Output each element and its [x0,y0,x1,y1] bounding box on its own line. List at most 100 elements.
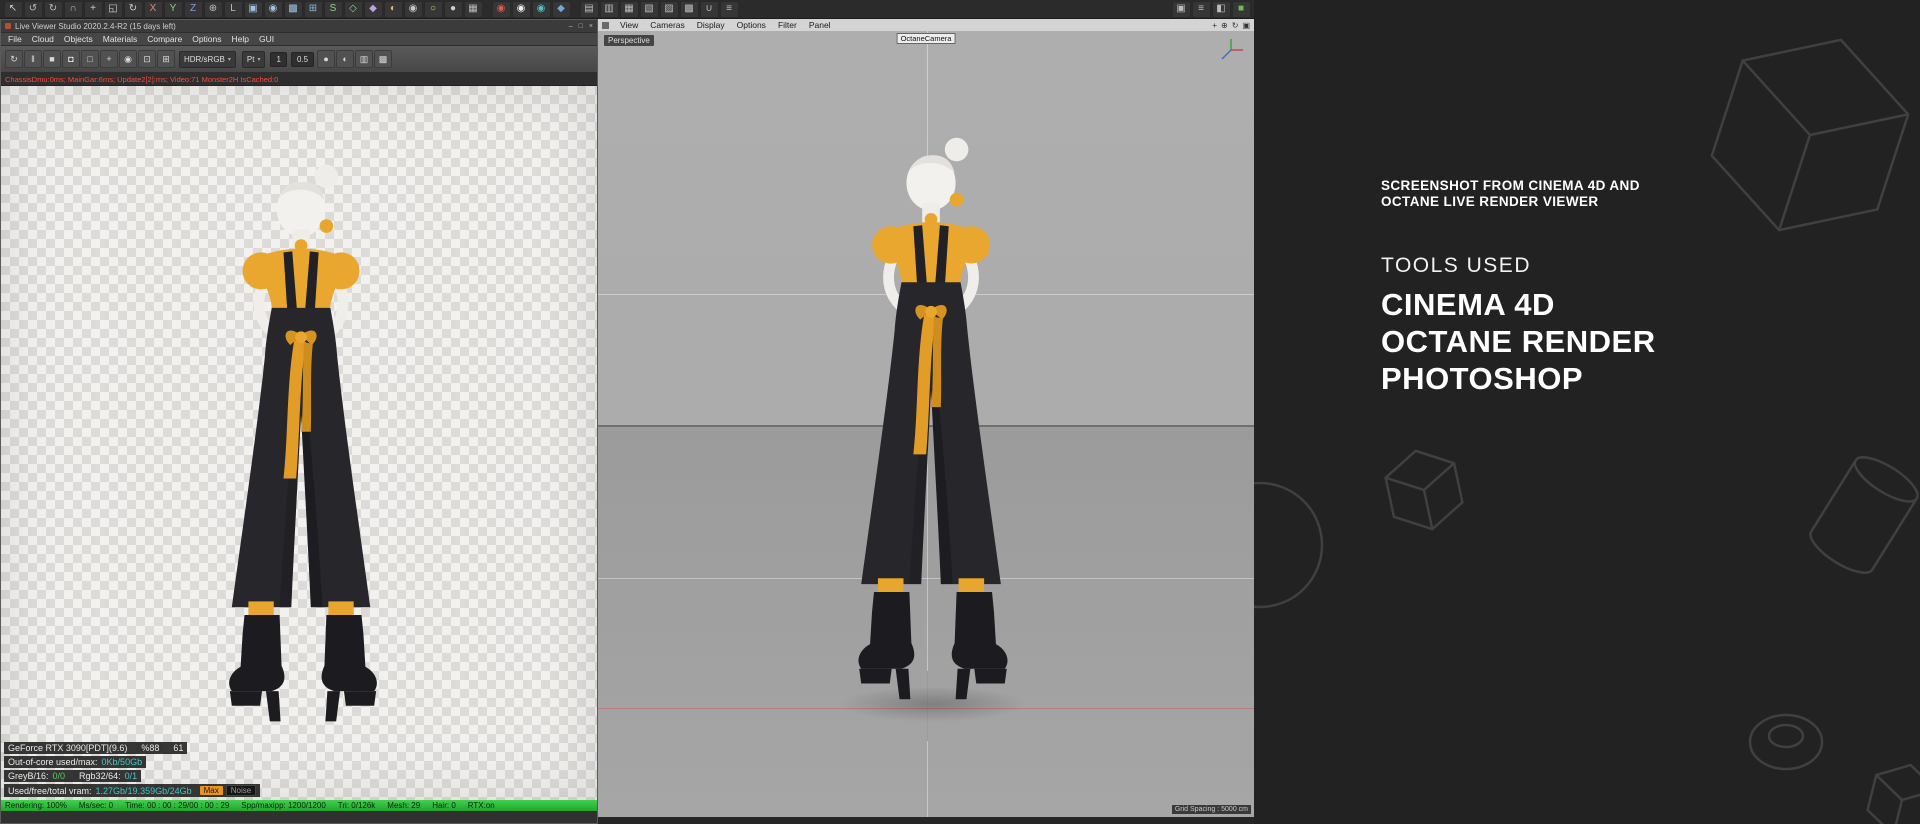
minimize-button[interactable]: – [569,23,573,30]
out-of-core-stat-line: Out-of-core used/max: 0Kb/50Gb [4,756,147,768]
move-tool-icon[interactable]: + [83,0,103,18]
kernel-select[interactable]: Pt ▾ [241,50,266,68]
render-stat-segment: Tri: 0/126k [337,801,376,810]
pause-render-icon[interactable]: ‖ [24,50,42,68]
material-icon[interactable]: ● [443,0,463,18]
kernel-value: Pt [246,54,255,64]
mograph-menu-icon[interactable]: ▤ [579,0,599,18]
animate-menu-icon[interactable]: ▨ [659,0,679,18]
tools-used-heading: TOOLS USED [1381,254,1531,277]
window-bottom-edge [1,811,597,823]
add-cube-icon[interactable]: ⊞ [303,0,323,18]
octane-menu-item[interactable]: Help [227,34,254,44]
add-deformer-icon[interactable]: ◆ [363,0,383,18]
close-button[interactable]: × [589,23,593,30]
environment-icon[interactable]: ◐ [383,0,403,18]
viewport-menu-item[interactable]: Options [731,20,772,30]
viewport-menu-item[interactable]: View [614,20,644,30]
viewport-settings-icon[interactable]: ▣ [1171,0,1191,18]
render-stat-segment: RTX:on [467,801,495,810]
c4d-viewport[interactable]: Perspective OctaneCamera Grid Spacing : … [598,31,1254,817]
viewport-menu-item[interactable]: Cameras [644,20,690,30]
octane-live-viewer-icon[interactable]: ◉ [491,0,511,18]
axis-x-icon[interactable]: X [143,0,163,18]
tool-name: CINEMA 4D [1381,287,1555,322]
viewport-menu-item[interactable]: Filter [772,20,803,30]
workplane-icon[interactable]: ▦ [463,0,483,18]
axis-y-icon[interactable]: Y [163,0,183,18]
viewport-menu-icon[interactable] [602,21,609,29]
save-image-icon[interactable]: ⊡ [138,50,156,68]
rotate-view-icon[interactable]: ↻ [1232,21,1239,30]
octane-menu-item[interactable]: Compare [142,34,187,44]
window-title-bar[interactable]: Live Viewer Studio 2020.2.4-R2 (15 days … [1,20,597,33]
toggle-view-icon[interactable]: ▣ [1242,21,1250,30]
camera-tag[interactable]: OctaneCamera [896,33,956,44]
octane-app-icon [5,23,11,29]
add-spline-icon[interactable]: S [323,0,343,18]
undo-icon[interactable]: ↺ [23,0,43,18]
octane-camera-icon[interactable]: ◉ [531,0,551,18]
render-view-icon[interactable]: ▣ [243,0,263,18]
dolly-view-icon[interactable]: ⊕ [1221,21,1228,30]
octane-menu-item[interactable]: Objects [59,34,98,44]
region-render-icon[interactable]: □ [81,50,99,68]
viewer-settings-icon[interactable]: ▩ [374,50,393,68]
subsample-icon[interactable]: ▥ [355,50,374,68]
coordinate-system-icon[interactable]: ⊕ [203,0,223,18]
octane-menu-item[interactable]: Materials [98,34,142,44]
tools-list: CINEMA 4D OCTANE RENDER PHOTOSHOP [1381,286,1656,397]
viewport-menu-item[interactable]: Panel [803,20,837,30]
quantize-icon[interactable]: ≡ [719,0,739,18]
layout-icon[interactable]: ◧ [1211,0,1231,18]
magnet-icon[interactable]: ∩ [63,0,83,18]
customize-icon[interactable]: ≡ [1191,0,1211,18]
cursor-icon[interactable]: ↖ [3,0,23,18]
tracker-menu-icon[interactable]: ▩ [679,0,699,18]
cube-wireframe-corner [1866,763,1920,824]
octane-node-editor-icon[interactable]: ◉ [511,0,531,18]
restart-render-icon[interactable]: ↻ [5,50,23,68]
clay-mode-icon[interactable]: ● [317,50,336,68]
noise-badge: Noise [225,785,257,796]
volume-menu-icon[interactable]: ▦ [619,0,639,18]
simulate-menu-icon[interactable]: ▥ [599,0,619,18]
axis-lock-icon[interactable]: L [223,0,243,18]
focus-picker-icon[interactable]: ◉ [119,50,137,68]
grid-spacing-label: Grid Spacing : 5000 cm [1171,805,1251,814]
gpu-stat-line: GeForce RTX 3090[PDT](9.6) %88 61 [4,742,188,754]
octane-menu-item[interactable]: Options [187,34,226,44]
copy-image-icon[interactable]: ⊞ [157,50,175,68]
material-picker-icon[interactable]: + [100,50,118,68]
window-title: Live Viewer Studio 2020.2.4-R2 (15 days … [15,21,176,31]
octane-settings-icon[interactable]: ◆ [551,0,571,18]
octane-logo-icon[interactable]: ■ [1231,0,1251,18]
rotate-tool-icon[interactable]: ↻ [123,0,143,18]
stop-render-icon[interactable]: ■ [43,50,61,68]
lock-resolution-icon[interactable]: ◘ [62,50,80,68]
camera-object-icon[interactable]: ◉ [403,0,423,18]
resolution-scale-field[interactable]: 0.5 [290,51,315,67]
render-settings-icon[interactable]: ▩ [283,0,303,18]
maximize-button[interactable]: □ [579,23,583,30]
display-mode-select[interactable]: HDR/sRGB ▾ [179,50,236,68]
viewport-menu-item[interactable]: Display [691,20,731,30]
toolbar-group-octane: ◉ ◉ ◉ ◆ [491,0,571,18]
add-generator-icon[interactable]: ◇ [343,0,363,18]
viewport-bottom-edge [598,817,1254,824]
light-object-icon[interactable]: ○ [423,0,443,18]
snap-icon[interactable]: ∪ [699,0,719,18]
scale-tool-icon[interactable]: ◱ [103,0,123,18]
octane-menu-item[interactable]: GUI [254,34,279,44]
denoise-icon[interactable]: ◐ [336,50,355,68]
axis-z-icon[interactable]: Z [183,0,203,18]
octane-menu-item[interactable]: File [3,34,27,44]
octane-render-viewport[interactable]: GeForce RTX 3090[PDT](9.6) %88 61 Out-of-c… [1,86,597,800]
character-menu-icon[interactable]: ▧ [639,0,659,18]
pan-view-icon[interactable]: + [1212,21,1217,30]
octane-menu-item[interactable]: Cloud [27,34,59,44]
render-picture-viewer-icon[interactable]: ◉ [263,0,283,18]
panel-subtitle-line1: SCREENSHOT FROM CINEMA 4D AND [1381,178,1640,193]
passes-field[interactable]: 1 [270,51,287,67]
redo-icon[interactable]: ↻ [43,0,63,18]
